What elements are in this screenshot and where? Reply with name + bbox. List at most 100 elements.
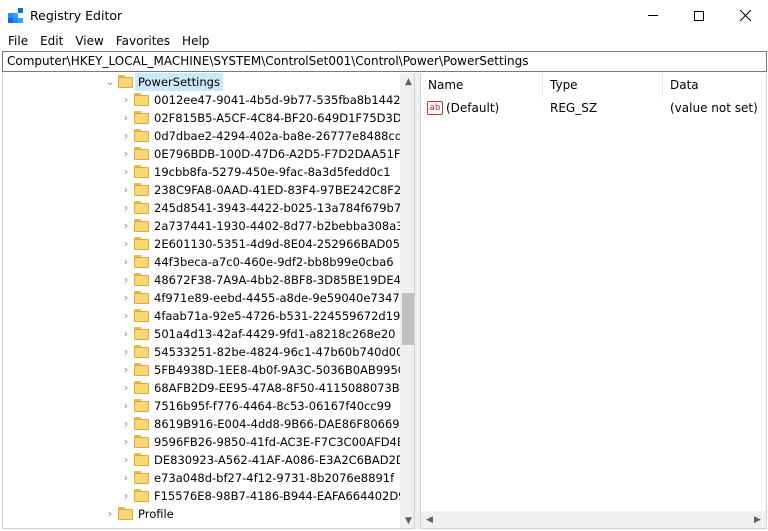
chevron-right-icon[interactable]: › bbox=[104, 505, 116, 523]
list-horizontal-scrollbar[interactable]: ◀ ▶ bbox=[421, 511, 766, 528]
tree-item-label: 0012ee47-9041-4b5d-9b77-535fba8b1442 bbox=[154, 93, 401, 107]
chevron-right-icon[interactable]: › bbox=[120, 127, 132, 145]
tree-item[interactable]: › 48672F38-7A9A-4bb2-8BF8-3D85BE19DE4E bbox=[3, 271, 408, 289]
key-tree: ⌄ PowerSettings › 0012ee47-9041-4b5d-9b77-5… bbox=[2, 73, 415, 529]
tree-item[interactable]: › 2E601130-5351-4d9d-8E04-252966BAD054 bbox=[3, 235, 407, 253]
chevron-right-icon[interactable]: › bbox=[120, 253, 132, 271]
tree-item[interactable]: › 5FB4938D-1EE8-4b0f-9A3C-5036B0AB995C bbox=[3, 361, 406, 379]
chevron-right-icon[interactable]: › bbox=[120, 271, 132, 289]
tree-item[interactable]: › DE830923-A562-41AF-A086-E3A2C6BAD2DA bbox=[3, 451, 412, 469]
column-header-type[interactable]: Type bbox=[543, 73, 663, 97]
column-header-data[interactable]: Data bbox=[663, 73, 766, 97]
folder-icon bbox=[134, 327, 149, 340]
folder-icon bbox=[134, 435, 149, 448]
tree-item[interactable]: › 238C9FA8-0AAD-41ED-83F4-97BE242C8F20 bbox=[3, 181, 409, 199]
tree-item-label: 19cbb8fa-5279-450e-9fac-8a3d5fedd0c1 bbox=[154, 165, 391, 179]
tree-item-label: F15576E8-98B7-4186-B944-EAFA664402D9 bbox=[154, 489, 406, 503]
folder-icon bbox=[134, 255, 149, 268]
tree-item-profile[interactable]: › Profile bbox=[3, 505, 400, 523]
menu-edit[interactable]: Edit bbox=[34, 31, 69, 51]
chevron-right-icon[interactable]: › bbox=[120, 325, 132, 343]
tree-item[interactable]: › 2a737441-1930-4402-8d77-b2bebba308a3 bbox=[3, 217, 404, 235]
chevron-right-icon[interactable]: › bbox=[120, 343, 132, 361]
folder-icon bbox=[118, 75, 133, 88]
chevron-right-icon[interactable]: › bbox=[120, 469, 132, 487]
tree-item-label: Profile bbox=[138, 507, 174, 521]
tree-item[interactable]: › 0012ee47-9041-4b5d-9b77-535fba8b1442 bbox=[3, 91, 401, 109]
scroll-thumb[interactable] bbox=[402, 293, 414, 345]
chevron-right-icon[interactable]: › bbox=[120, 289, 132, 307]
chevron-right-icon[interactable]: › bbox=[120, 181, 132, 199]
tree-item[interactable]: › 8619B916-E004-4dd8-9B66-DAE86F806698 bbox=[3, 415, 407, 433]
tree-item-label: 245d8541-3943-4422-b025-13a784f679b7 bbox=[154, 201, 402, 215]
value-type: REG_SZ bbox=[550, 101, 598, 115]
tree-item[interactable]: › 02F815B5-A5CF-4C84-BF20-649D1F75D3D8 bbox=[3, 109, 409, 127]
folder-icon bbox=[134, 453, 149, 466]
chevron-right-icon[interactable]: › bbox=[120, 217, 132, 235]
folder-icon bbox=[134, 111, 149, 124]
chevron-right-icon[interactable]: › bbox=[120, 433, 132, 451]
tree-item[interactable]: › 68AFB2D9-EE95-47A8-8F50-4115088073B1 bbox=[3, 379, 407, 397]
tree-item[interactable]: › 7516b95f-f776-4464-8c53-06167f40cc99 bbox=[3, 397, 400, 415]
menu-view[interactable]: View bbox=[69, 31, 109, 51]
scroll-up-icon[interactable]: ▲ bbox=[400, 73, 414, 90]
tree-item[interactable]: › 44f3beca-a7c0-460e-9df2-bb8b99e0cba6 bbox=[3, 253, 400, 271]
chevron-right-icon[interactable]: › bbox=[120, 235, 132, 253]
chevron-down-icon[interactable]: ⌄ bbox=[104, 73, 116, 91]
folder-icon bbox=[134, 93, 149, 106]
chevron-right-icon[interactable]: › bbox=[120, 487, 132, 505]
folder-icon bbox=[134, 489, 149, 502]
tree-item[interactable]: › 245d8541-3943-4422-b025-13a784f679b7 bbox=[3, 199, 401, 217]
chevron-right-icon[interactable]: › bbox=[120, 307, 132, 325]
tree-item-label: 9596FB26-9850-41fd-AC3E-F7C3C00AFD4B bbox=[154, 435, 405, 449]
tree-item-label: 2a737441-1930-4402-8d77-b2bebba308a3 bbox=[154, 219, 404, 233]
address-bar[interactable]: Computer\HKEY_LOCAL_MACHINE\SYSTEM\Contr… bbox=[2, 51, 767, 72]
tree-item[interactable]: › 54533251-82be-4824-96c1-47b60b740d00 bbox=[3, 343, 403, 361]
chevron-right-icon[interactable]: › bbox=[120, 199, 132, 217]
tree-item-label: 0d7dbae2-4294-402a-ba8e-26777e8488cd bbox=[154, 129, 403, 143]
tree-item[interactable]: › e73a048d-bf27-4f12-9731-8b2076e8891f bbox=[3, 469, 400, 487]
chevron-right-icon[interactable]: › bbox=[120, 397, 132, 415]
scroll-right-icon[interactable]: ▶ bbox=[749, 511, 766, 528]
tree-item[interactable]: › 4f971e89-eebd-4455-a8de-9e59040e7347 bbox=[3, 289, 400, 307]
tree-item-powersettings[interactable]: ⌄ PowerSettings bbox=[3, 73, 400, 91]
close-button[interactable] bbox=[722, 0, 768, 31]
tree-item[interactable]: › F15576E8-98B7-4186-B944-EAFA664402D9 bbox=[3, 487, 406, 505]
chevron-right-icon[interactable]: › bbox=[120, 91, 132, 109]
folder-icon bbox=[134, 219, 149, 232]
folder-icon bbox=[118, 507, 133, 520]
value-name: (Default) bbox=[446, 101, 500, 115]
folder-icon bbox=[134, 273, 149, 286]
menu-favorites[interactable]: Favorites bbox=[110, 31, 176, 51]
tree-item-label: 44f3beca-a7c0-460e-9df2-bb8b99e0cba6 bbox=[154, 255, 394, 269]
tree-item[interactable]: › 501a4d13-42af-4429-9fd1-a8218c268e20 bbox=[3, 325, 400, 343]
chevron-right-icon[interactable]: › bbox=[120, 415, 132, 433]
chevron-right-icon[interactable]: › bbox=[120, 163, 132, 181]
chevron-right-icon[interactable]: › bbox=[120, 361, 132, 379]
chevron-right-icon[interactable]: › bbox=[120, 145, 132, 163]
tree-item-label: 5FB4938D-1EE8-4b0f-9A3C-5036B0AB995C bbox=[154, 363, 406, 377]
tree-item[interactable]: › 0E796BDB-100D-47D6-A2D5-F7D2DAA51F51 bbox=[3, 145, 414, 163]
menu-file[interactable]: File bbox=[2, 31, 34, 51]
tree-item-label: 7516b95f-f776-4464-8c53-06167f40cc99 bbox=[154, 399, 392, 413]
tree-item-label: 4faab71a-92e5-4726-b531-224559672d19 bbox=[154, 309, 401, 323]
chevron-right-icon[interactable]: › bbox=[120, 451, 132, 469]
chevron-right-icon[interactable]: › bbox=[120, 109, 132, 127]
tree-item-label: 48672F38-7A9A-4bb2-8BF8-3D85BE19DE4E bbox=[154, 273, 409, 287]
chevron-right-icon[interactable]: › bbox=[120, 379, 132, 397]
menu-help[interactable]: Help bbox=[176, 31, 215, 51]
value-row[interactable]: ab (Default) REG_SZ (value not set) bbox=[421, 99, 766, 117]
scroll-left-icon[interactable]: ◀ bbox=[421, 511, 438, 528]
maximize-button[interactable] bbox=[676, 0, 722, 31]
minimize-button[interactable] bbox=[630, 0, 676, 31]
tree-item[interactable]: › 4faab71a-92e5-4726-b531-224559672d19 bbox=[3, 307, 400, 325]
title-bar: Registry Editor bbox=[0, 0, 768, 31]
tree-item-label: 8619B916-E004-4dd8-9B66-DAE86F806698 bbox=[154, 417, 407, 431]
column-header-name[interactable]: Name bbox=[421, 73, 543, 97]
tree-item[interactable]: › 9596FB26-9850-41fd-AC3E-F7C3C00AFD4B bbox=[3, 433, 405, 451]
scroll-down-icon[interactable]: ▼ bbox=[400, 512, 414, 528]
tree-vertical-scrollbar[interactable]: ▲ ▼ bbox=[400, 73, 414, 528]
tree-item[interactable]: › 19cbb8fa-5279-450e-9fac-8a3d5fedd0c1 bbox=[3, 163, 400, 181]
tree-item[interactable]: › 0d7dbae2-4294-402a-ba8e-26777e8488cd bbox=[3, 127, 402, 145]
tree-item-label: 02F815B5-A5CF-4C84-BF20-649D1F75D3D8 bbox=[154, 111, 409, 125]
